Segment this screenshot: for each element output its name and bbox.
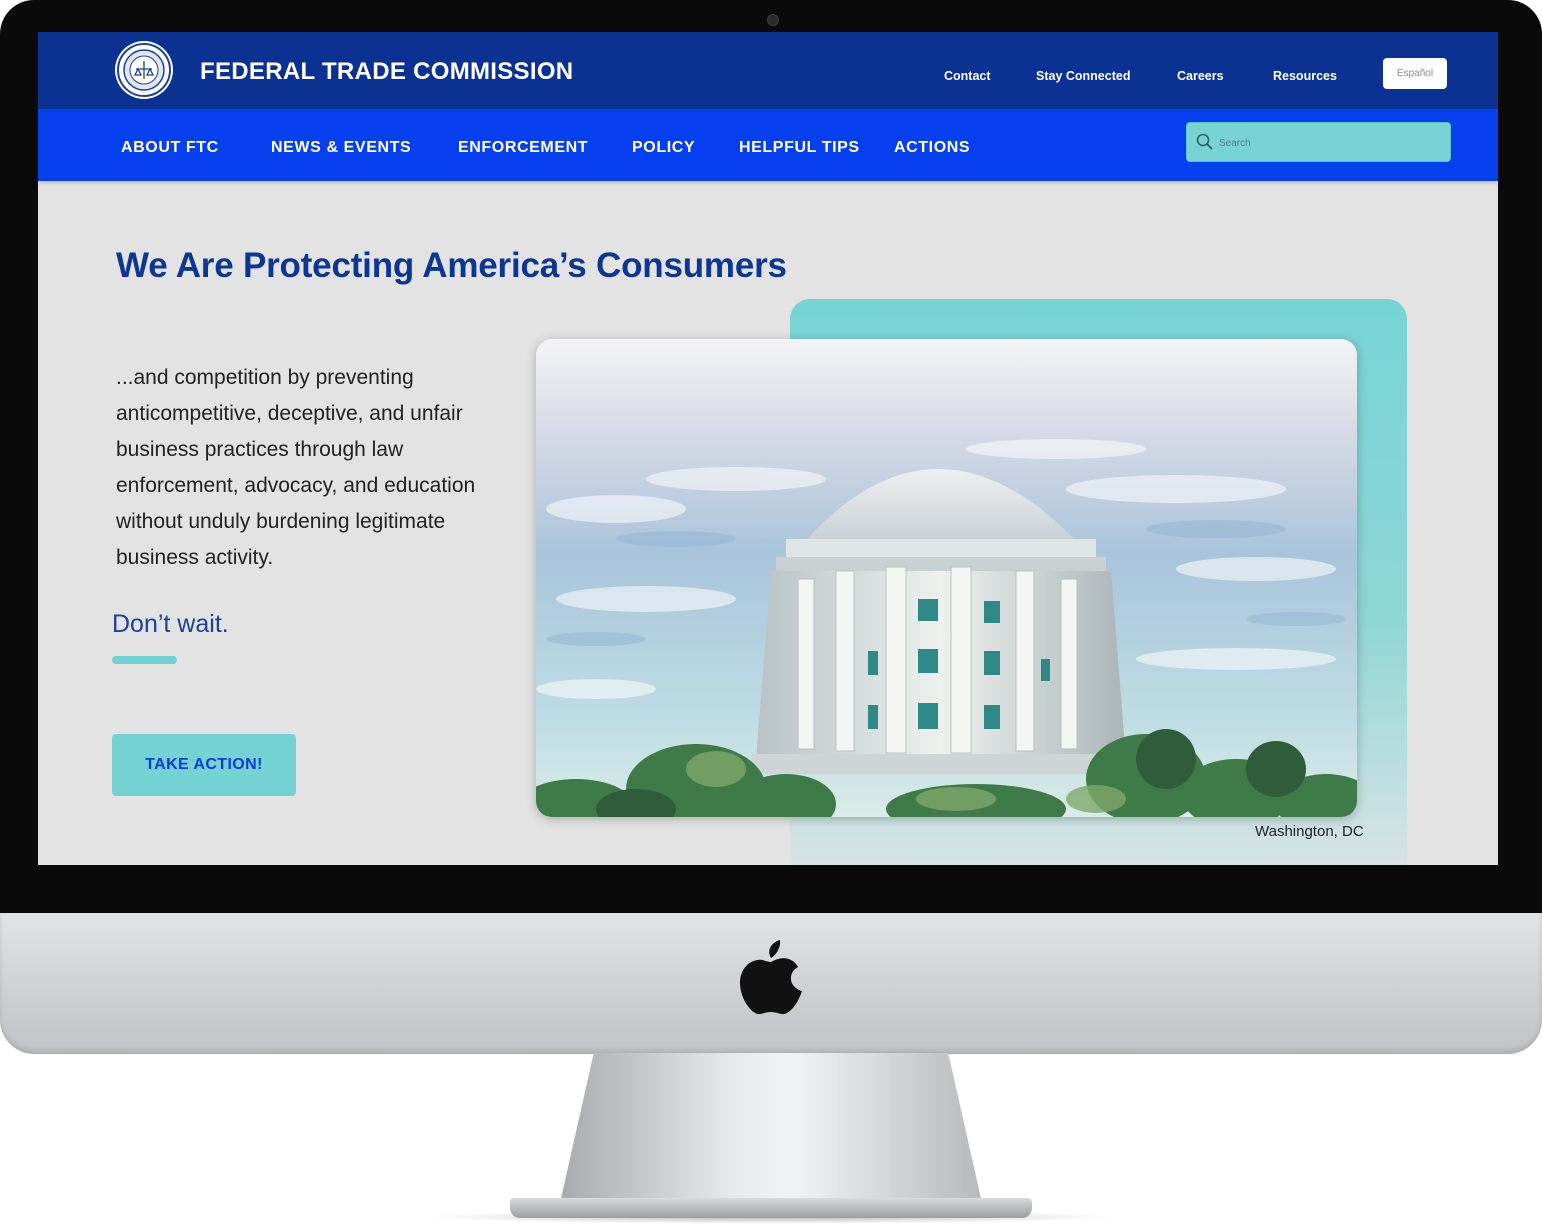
search-input[interactable]	[1217, 132, 1441, 154]
apple-logo-icon	[740, 940, 802, 1015]
take-action-button[interactable]: TAKE ACTION!	[112, 734, 296, 796]
hero-body-text: ...and competition by preventing anticom…	[116, 366, 476, 569]
monitor-base	[510, 1198, 1032, 1218]
camera-icon	[767, 14, 779, 26]
main-navigation: ABOUT FTC NEWS & EVENTS ENFORCEMENT POLI…	[38, 109, 1498, 181]
language-toggle-button[interactable]: Español	[1383, 58, 1447, 89]
search-box[interactable]	[1186, 122, 1451, 162]
resources-link[interactable]: Resources	[1273, 69, 1337, 83]
nav-about-ftc[interactable]: ABOUT FTC	[121, 139, 219, 157]
stay-connected-link[interactable]: Stay Connected	[1036, 69, 1130, 83]
nav-policy[interactable]: POLICY	[632, 139, 695, 157]
top-header-bar: FEDERAL TRADE COMMISSION Contact Stay Co…	[38, 32, 1498, 109]
nav-enforcement[interactable]: ENFORCEMENT	[458, 139, 588, 157]
nav-helpful-tips[interactable]: HELPFUL TIPS	[739, 139, 860, 157]
hero-building-image	[536, 339, 1357, 817]
site-title[interactable]: FEDERAL TRADE COMMISSION	[200, 58, 573, 86]
search-icon	[1196, 133, 1213, 150]
contact-link[interactable]: Contact	[944, 69, 991, 83]
cta-tagline: Don’t wait.	[112, 610, 229, 638]
monitor-stand	[560, 1053, 982, 1203]
nav-news-events[interactable]: NEWS & EVENTS	[271, 139, 411, 157]
cta-underline-accent	[112, 656, 177, 664]
nav-actions[interactable]: ACTIONS	[894, 139, 970, 157]
screen: FEDERAL TRADE COMMISSION Contact Stay Co…	[38, 32, 1498, 865]
monitor-chin	[0, 913, 1542, 1054]
ftc-seal-icon[interactable]	[115, 41, 173, 99]
careers-link[interactable]: Careers	[1177, 69, 1224, 83]
image-caption: Washington, DC	[1255, 823, 1364, 840]
hero-headline: We Are Protecting America’s Consumers	[116, 246, 787, 285]
